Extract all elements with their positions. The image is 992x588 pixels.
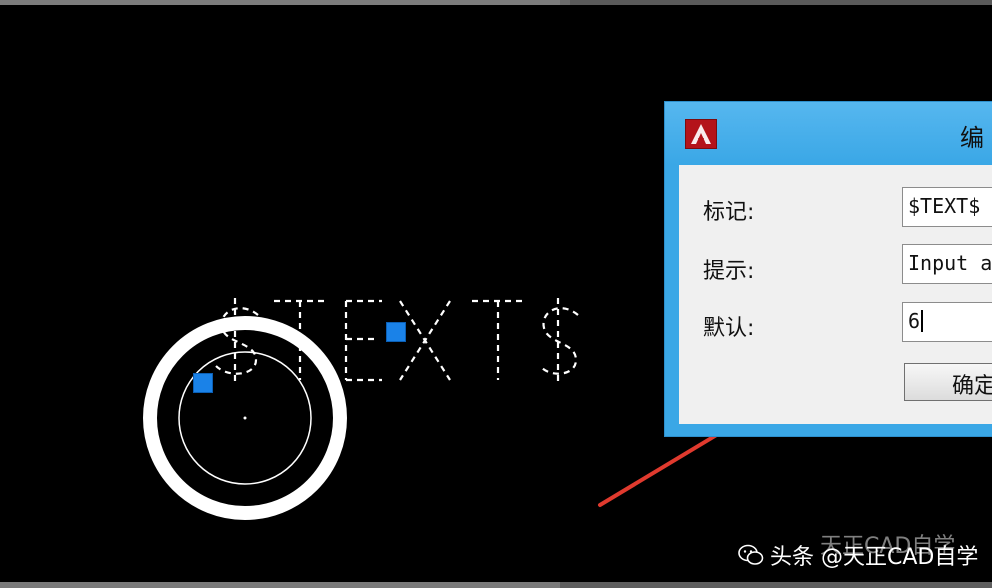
default-input-value: 6 [908, 309, 921, 333]
prompt-input[interactable]: Input a [902, 244, 992, 284]
watermark: 头条 @天正CAD自学 [734, 538, 978, 572]
ok-button[interactable]: 确定 [904, 363, 992, 401]
text-grip-handle[interactable] [386, 322, 406, 342]
watermark-text: 头条 @天正CAD自学 [770, 545, 979, 570]
prompt-label: 提示: [703, 259, 755, 284]
default-input[interactable]: 6 [902, 302, 992, 342]
bottom-window-border [0, 582, 992, 588]
dialog-title: 编 [960, 124, 984, 152]
center-point [243, 416, 247, 420]
screenshot-root: 编 标记: $TEXT$ 提示: Input a 默认: 6 确定 天正CAD自… [0, 0, 992, 588]
tag-label: 标记: [703, 200, 755, 225]
dialog-title-bar[interactable]: 编 [665, 102, 992, 165]
dialog-body: 标记: $TEXT$ 提示: Input a 默认: 6 确定 [679, 165, 992, 424]
edit-attribute-dialog: 编 标记: $TEXT$ 提示: Input a 默认: 6 确定 [664, 101, 992, 437]
text-caret [921, 310, 924, 332]
tag-input[interactable]: $TEXT$ [902, 187, 992, 227]
default-label: 默认: [703, 316, 755, 341]
autocad-logo-icon [685, 119, 717, 149]
circle-grip-handle[interactable] [193, 373, 213, 393]
wechat-icon [738, 543, 764, 567]
